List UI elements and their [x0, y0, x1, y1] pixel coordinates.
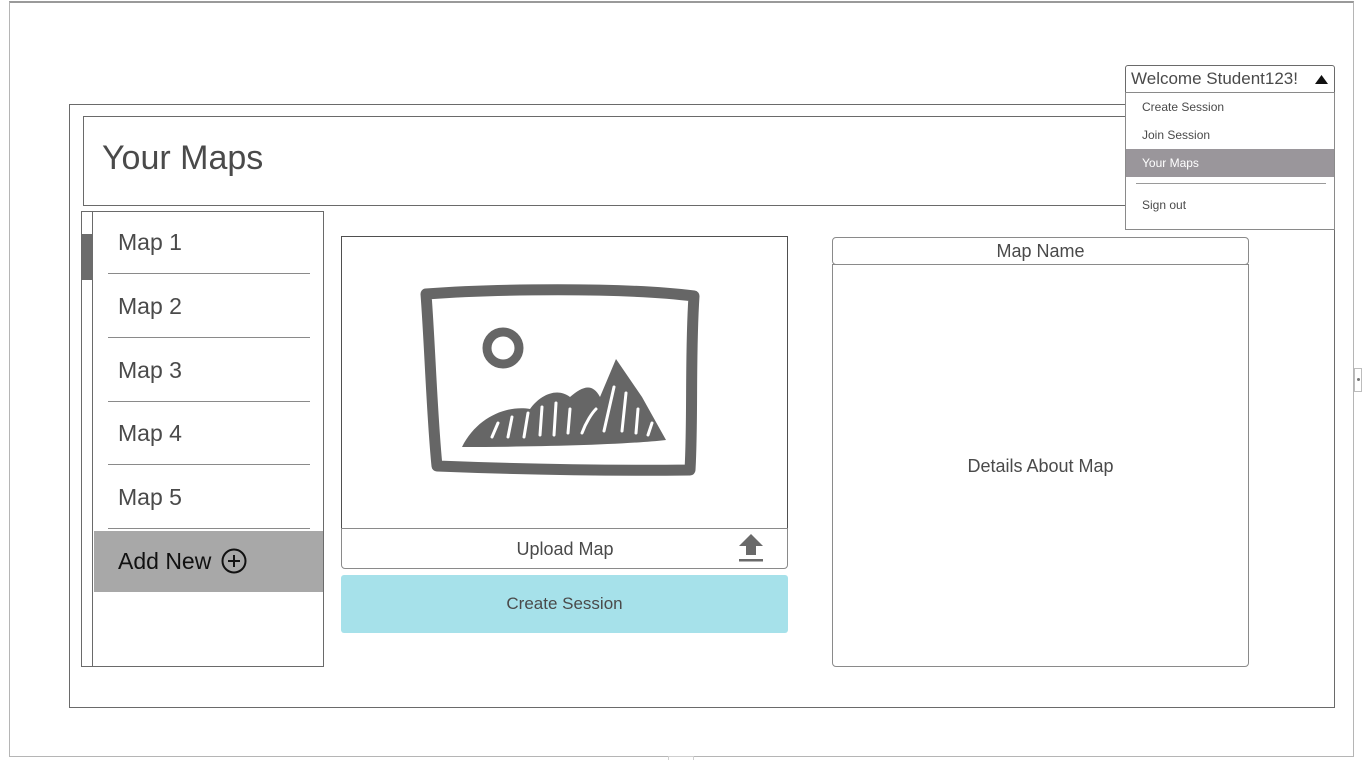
menu-item-join-session[interactable]: Join Session — [1126, 121, 1334, 149]
sidebar-divider — [108, 528, 310, 529]
map-details-text: Details About Map — [967, 456, 1114, 476]
sidebar-item-map-1[interactable]: Map 1 — [118, 229, 182, 256]
page-title: Your Maps — [102, 139, 264, 177]
upload-arrow-icon — [739, 534, 763, 562]
map-image-preview — [341, 236, 788, 529]
map-details-panel: Details About Map — [832, 264, 1249, 667]
menu-item-label: Create Session — [1142, 100, 1225, 114]
sidebar-item-map-2[interactable]: Map 2 — [118, 293, 182, 320]
caret-up-icon — [1315, 75, 1328, 84]
image-placeholder-icon — [420, 284, 700, 476]
menu-item-create-session[interactable]: Create Session — [1126, 93, 1334, 121]
map-name-field[interactable]: Map Name — [832, 237, 1249, 265]
menu-item-your-maps[interactable]: Your Maps — [1126, 149, 1334, 177]
add-new-map-button[interactable]: Add New — [94, 531, 323, 592]
sidebar-item-map-5[interactable]: Map 5 — [118, 484, 182, 511]
plus-circle-icon — [221, 548, 247, 574]
upload-map-button[interactable]: Upload Map — [341, 528, 788, 569]
sidebar-divider — [108, 273, 310, 274]
map-list-sidebar: Map 1 Map 2 Map 3 Map 4 Map 5 Add New — [81, 211, 324, 667]
welcome-label: Welcome Student123! — [1131, 69, 1298, 88]
sidebar-item-map-3[interactable]: Map 3 — [118, 357, 182, 384]
resize-handle-bottom[interactable] — [668, 756, 694, 760]
user-dropdown-menu: Create Session Join Session Your Maps Si… — [1125, 92, 1335, 230]
resize-handle-right[interactable] — [1354, 368, 1362, 392]
menu-divider — [1136, 183, 1326, 184]
menu-item-sign-out[interactable]: Sign out — [1126, 191, 1334, 219]
create-session-button[interactable]: Create Session — [341, 575, 788, 633]
sidebar-scrollbar-thumb[interactable] — [82, 234, 93, 280]
menu-item-label: Sign out — [1142, 198, 1187, 212]
sidebar-item-map-4[interactable]: Map 4 — [118, 420, 182, 447]
menu-item-label: Join Session — [1142, 128, 1211, 142]
add-new-label: Add New — [118, 548, 212, 574]
sidebar-divider — [108, 401, 310, 402]
sidebar-scrollbar[interactable] — [82, 212, 93, 666]
user-menu-toggle[interactable]: Welcome Student123! — [1125, 65, 1335, 93]
sidebar-divider — [108, 337, 310, 338]
upload-map-label: Upload Map — [516, 539, 614, 559]
menu-item-label: Your Maps — [1142, 156, 1199, 170]
sidebar-divider — [108, 464, 310, 465]
